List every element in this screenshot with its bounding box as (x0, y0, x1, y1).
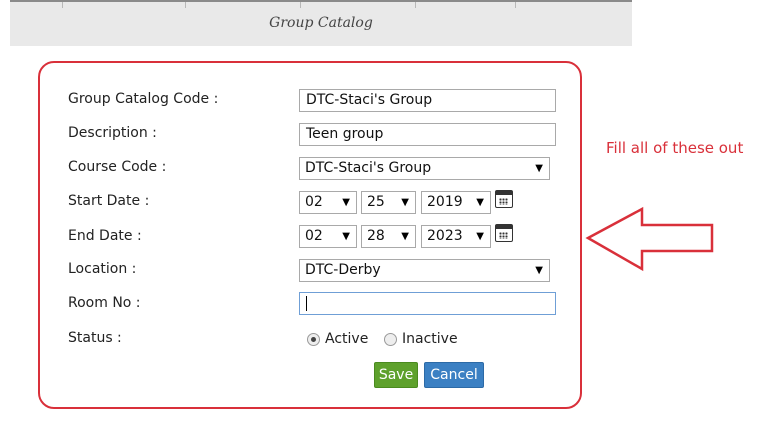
status-label: Status : (68, 330, 122, 346)
status-inactive-radio[interactable] (384, 333, 397, 346)
room-no-input[interactable] (299, 292, 556, 315)
start-date-label: Start Date : (68, 193, 150, 209)
start-year-value: 2019 (427, 194, 463, 210)
start-year-select[interactable]: 2019 ▼ (421, 191, 491, 214)
save-button[interactable]: Save (374, 362, 418, 388)
group-catalog-code-label: Group Catalog Code : (68, 91, 219, 107)
end-month-select[interactable]: 02 ▼ (299, 225, 357, 248)
chevron-down-icon: ▼ (476, 231, 484, 242)
location-value: DTC-Derby (305, 262, 381, 278)
text-cursor (306, 295, 307, 311)
course-code-label: Course Code : (68, 159, 167, 175)
header-divider (185, 2, 186, 8)
description-label: Description : (68, 125, 157, 141)
status-active-label: Active (325, 331, 369, 347)
chevron-down-icon: ▼ (401, 231, 409, 242)
status-active-radio[interactable] (307, 333, 320, 346)
end-month-value: 02 (305, 228, 323, 244)
chevron-down-icon: ▼ (535, 265, 543, 276)
left-arrow-icon (585, 206, 714, 272)
course-code-select[interactable]: DTC-Staci's Group ▼ (299, 157, 550, 180)
room-no-label: Room No : (68, 295, 141, 311)
cancel-button[interactable]: Cancel (424, 362, 484, 388)
header-divider (62, 2, 63, 8)
calendar-icon[interactable] (495, 190, 513, 208)
end-year-value: 2023 (427, 228, 463, 244)
page-title: Group Catalog (269, 15, 373, 31)
chevron-down-icon: ▼ (342, 197, 350, 208)
calendar-icon[interactable] (495, 224, 513, 242)
header-divider (415, 2, 416, 8)
location-label: Location : (68, 261, 137, 277)
chevron-down-icon: ▼ (342, 231, 350, 242)
start-day-select[interactable]: 25 ▼ (361, 191, 416, 214)
end-day-select[interactable]: 28 ▼ (361, 225, 416, 248)
end-date-label: End Date : (68, 228, 142, 244)
chevron-down-icon: ▼ (535, 163, 543, 174)
header-divider (515, 2, 516, 8)
chevron-down-icon: ▼ (476, 197, 484, 208)
start-day-value: 25 (367, 194, 385, 210)
end-year-select[interactable]: 2023 ▼ (421, 225, 491, 248)
chevron-down-icon: ▼ (401, 197, 409, 208)
start-month-select[interactable]: 02 ▼ (299, 191, 357, 214)
header-bar: Group Catalog (10, 0, 632, 46)
start-month-value: 02 (305, 194, 323, 210)
header-divider (300, 2, 301, 8)
status-inactive-label: Inactive (402, 331, 458, 347)
annotation-note: Fill all of these out (606, 139, 744, 157)
location-select[interactable]: DTC-Derby ▼ (299, 259, 550, 282)
description-input[interactable]: Teen group (299, 123, 556, 146)
group-catalog-code-input[interactable]: DTC-Staci's Group (299, 89, 556, 112)
end-day-value: 28 (367, 228, 385, 244)
course-code-value: DTC-Staci's Group (305, 160, 432, 176)
